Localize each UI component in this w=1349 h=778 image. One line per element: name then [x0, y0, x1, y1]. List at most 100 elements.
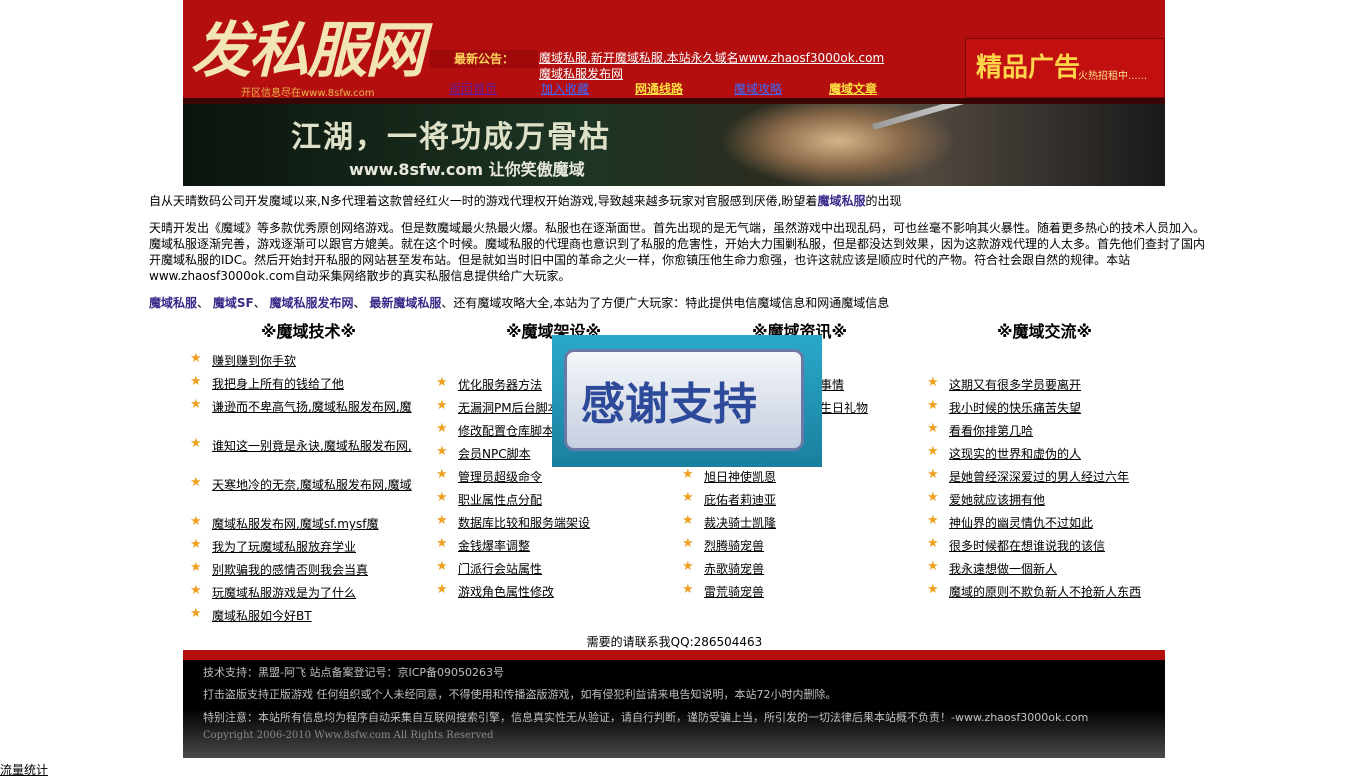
ad-subtext: 火热招租中...... — [1078, 71, 1148, 82]
intro-end: 的出现 — [865, 194, 902, 208]
column-title-chat: ※魔域交流※ — [997, 322, 1093, 341]
star-icon: ★ — [190, 351, 202, 366]
list-item[interactable]: ★ 别欺骗我的感情否则我会当真 — [190, 560, 420, 585]
notice-link-1[interactable]: 魔域私服,新开魔域私服,本站永久域名www.zhaosf3000ok.com — [539, 49, 884, 66]
star-icon: ★ — [682, 559, 694, 574]
footer-divider — [183, 650, 1165, 660]
list-item[interactable]: ★ 游戏角色属性修改 — [436, 582, 666, 607]
list-item[interactable]: ★ 金钱爆率调整 — [436, 536, 666, 561]
list-item[interactable]: ★ 我把身上所有的钱给了他 — [190, 374, 420, 399]
footer-support: 技术支持：黑盟-阿飞 站点备案登记号：京ICP备09050263号 — [203, 666, 505, 679]
star-icon: ★ — [927, 490, 939, 505]
list-item[interactable]: ★ 数据库比较和服务端架设 — [436, 513, 666, 538]
list-item[interactable]: ★ 玩魔域私服游戏是为了什么 — [190, 583, 420, 608]
star-icon: ★ — [927, 559, 939, 574]
list-item[interactable]: ★ 雷荒骑宠兽 — [682, 582, 912, 607]
links-mid: 、还有 — [441, 296, 478, 310]
list-item[interactable]: ★ 职业属性点分配 — [436, 490, 666, 515]
notice-label: 最新公告： — [430, 50, 538, 68]
star-icon: ★ — [190, 606, 202, 621]
site-header: 发私服网 开区信息尽在www.8sfw.com 最新公告： 魔域私服,新开魔域私… — [183, 0, 1165, 104]
thanks-popup[interactable]: 感谢支持 — [552, 335, 822, 467]
link-moyu-private[interactable]: 魔域私服 — [149, 296, 197, 310]
intro-text: 自从天晴数码公司开发魔域以来,N多代理着这款曾经红火一时的游戏代理权开始游戏,导… — [149, 194, 818, 208]
star-icon: ★ — [927, 582, 939, 597]
footer-copyright: Copyright 2006-2010 Www.8sfw.com All Rig… — [203, 730, 494, 741]
star-icon: ★ — [682, 513, 694, 528]
site-footer: 技术支持：黑盟-阿飞 站点备案登记号：京ICP备09050263号 打击盗版支持… — [183, 650, 1165, 758]
list-item[interactable]: ★ 魔域的原则不欺负新人不抢新人东西 — [927, 582, 1167, 607]
list-item[interactable]: ★ 这现实的世界和虚伪的人 — [927, 444, 1167, 469]
intro-paragraph: 天晴开发出《魔域》等多款优秀原创网络游戏。但是数魔域最火热最火爆。私服也在逐渐面… — [149, 221, 1206, 283]
ad-banner[interactable]: 精品广告 火热招租中...... — [965, 38, 1165, 98]
list-item[interactable]: ★ 神仙界的幽灵情仇不过如此 — [927, 513, 1167, 538]
game-banner[interactable]: 江湖，一将功成万骨枯 www.8sfw.com 让你笑傲魔域 — [183, 104, 1165, 186]
star-icon: ★ — [190, 436, 202, 451]
star-icon: ★ — [436, 375, 448, 390]
link-moyu-latest[interactable]: 最新魔域私服 — [369, 296, 441, 310]
list-item[interactable]: ★ 很多时候都在想谁说我的该信 — [927, 536, 1167, 561]
list-tech: ★ 赚到赚到你手软 ★ 我把身上所有的钱给了他 ★ 谦逊而不卑高气扬,魔域私服发布网,… — [190, 351, 420, 631]
star-icon: ★ — [436, 421, 448, 436]
star-icon: ★ — [927, 467, 939, 482]
links-line: 魔域私服、 魔域SF、 魔域私服发布网、 最新魔域私服、还有魔域攻略大全,本站为… — [149, 296, 890, 310]
star-icon: ★ — [190, 514, 202, 529]
nav-netcom[interactable]: 网通线路 — [635, 80, 683, 97]
star-icon: ★ — [927, 536, 939, 551]
star-icon: ★ — [436, 444, 448, 459]
link-moyu-publish[interactable]: 魔域私服发布网 — [270, 296, 354, 310]
footer-disclaimer: 特别注意：本站所有信息均为程序自动采集自互联网搜索引擎，信息真实性无从验证，请自… — [203, 711, 1089, 724]
list-chat: ★ 这期又有很多学员要离开 ★ 我小时候的快乐痛苦失望 ★ 看看你排第几哈 ★ 这现实的… — [927, 375, 1167, 607]
list-item[interactable]: ★ 裁决骑士凯隆 — [682, 513, 912, 538]
link-moyu-sf[interactable]: 魔域SF — [213, 296, 254, 310]
intro-line: 自从天晴数码公司开发魔域以来,N多代理着这款曾经红火一时的游戏代理权开始游戏,导… — [149, 193, 1209, 209]
star-icon: ★ — [436, 536, 448, 551]
popup-button[interactable]: 感谢支持 — [564, 349, 804, 451]
nav-home[interactable]: 返回首页 — [449, 80, 497, 97]
star-icon: ★ — [190, 397, 202, 412]
list-item[interactable]: ★ 魔域私服发布网,魔域sf.mysf魔 — [190, 514, 420, 539]
banner-title: 江湖，一将功成万骨枯 — [291, 120, 611, 155]
star-icon: ★ — [436, 559, 448, 574]
link-moyu-guide[interactable]: 魔域攻略 — [477, 296, 525, 310]
list-item[interactable]: ★ 烈腾骑宠兽 — [682, 536, 912, 561]
popup-text: 感谢支持 — [581, 379, 757, 430]
star-icon: ★ — [927, 444, 939, 459]
list-item[interactable]: ★ 是她曾经深深爱过的男人经过六年 — [927, 467, 1167, 492]
list-item[interactable]: ★ 门派行会站属性 — [436, 559, 666, 584]
star-icon: ★ — [436, 513, 448, 528]
star-icon: ★ — [927, 398, 939, 413]
list-item[interactable]: ★ 赤歌骑宠兽 — [682, 559, 912, 584]
ad-text: 精品广告 — [976, 53, 1081, 83]
list-item[interactable]: ★ 我小时候的快乐痛苦失望 — [927, 398, 1167, 423]
list-item[interactable]: ★ 旭日神使凯恩 — [682, 467, 912, 492]
list-item[interactable]: ★ 天寒地冷的无奈,魔域私服发布网,魔域 — [190, 475, 420, 516]
nav-favorite[interactable]: 加入收藏 — [541, 80, 589, 97]
star-icon: ★ — [436, 490, 448, 505]
list-item[interactable]: ★ 我为了玩魔域私服放弃学业 — [190, 537, 420, 562]
column-title-tech: ※魔域技术※ — [261, 322, 357, 341]
list-item[interactable]: ★ 看看你排第几哈 — [927, 421, 1167, 446]
list-item[interactable]: ★ 魔域私服如今好BT — [190, 606, 420, 631]
list-item[interactable]: ★ 庇佑者莉迪亚 — [682, 490, 912, 515]
list-item[interactable]: ★ 赚到赚到你手软 — [190, 351, 420, 376]
list-item[interactable]: ★ 谦逊而不卑高气扬,魔域私服发布网,魔 — [190, 397, 420, 438]
intro-link[interactable]: 魔域私服 — [817, 194, 865, 208]
list-item[interactable]: ★ 爱她就应该拥有他 — [927, 490, 1167, 515]
star-icon: ★ — [190, 537, 202, 552]
star-icon: ★ — [190, 560, 202, 575]
list-item[interactable]: ★ 谁知这一别竟是永诀,魔域私服发布网, — [190, 436, 420, 477]
nav-guide[interactable]: 魔域攻略 — [734, 80, 782, 97]
star-icon: ★ — [436, 582, 448, 597]
star-icon: ★ — [927, 513, 939, 528]
site-logo[interactable]: 发私服网 开区信息尽在www.8sfw.com — [183, 0, 428, 100]
banner-subtitle: www.8sfw.com 让你笑傲魔域 — [349, 160, 585, 179]
list-item[interactable]: ★ 我永遠想做一個新人 — [927, 559, 1167, 584]
logo-subtitle: 开区信息尽在www.8sfw.com — [241, 88, 375, 99]
star-icon: ★ — [436, 398, 448, 413]
star-icon: ★ — [927, 375, 939, 390]
list-item[interactable]: ★ 管理员超级命令 — [436, 467, 666, 492]
traffic-stats-link[interactable]: 流量统计 — [0, 761, 48, 778]
nav-articles[interactable]: 魔域文章 — [829, 80, 877, 97]
list-item[interactable]: ★ 这期又有很多学员要离开 — [927, 375, 1167, 400]
